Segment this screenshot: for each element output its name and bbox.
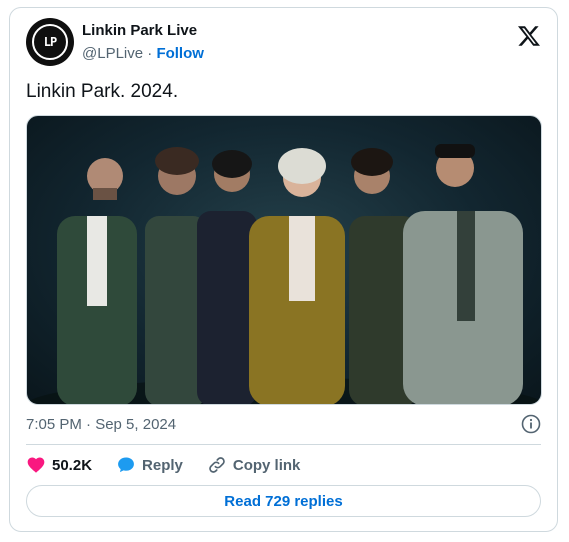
band-photo-illustration	[27, 144, 541, 404]
person-figure	[197, 150, 257, 404]
avatar-logo: LP	[43, 35, 57, 49]
divider	[26, 444, 541, 445]
reply-button[interactable]: Reply	[116, 455, 183, 475]
tweet-timestamp[interactable]: 7:05 PM · Sep 5, 2024	[26, 416, 176, 433]
follow-button[interactable]: Follow	[156, 45, 204, 62]
author-handle[interactable]: @LPLive	[82, 45, 143, 62]
avatar[interactable]: LP	[26, 18, 74, 66]
tweet-text: Linkin Park. 2024.	[26, 81, 179, 102]
speech-bubble-icon	[118, 457, 134, 473]
person-figure	[403, 144, 523, 404]
reply-label: Reply	[142, 456, 183, 474]
copy-link-button[interactable]: Copy link	[207, 455, 301, 475]
link-icon	[209, 457, 225, 473]
action-bar: 50.2K Reply Copy link	[26, 454, 324, 476]
handle-separator: ·	[143, 45, 157, 62]
author-handle-line: @LPLive · Follow	[82, 45, 204, 62]
avatar-ring: LP	[32, 24, 68, 60]
tweet-photo[interactable]	[26, 115, 542, 405]
heart-icon	[27, 457, 45, 473]
x-logo-icon[interactable]	[517, 24, 541, 48]
person-figure	[57, 158, 137, 404]
copy-link-label: Copy link	[232, 456, 301, 474]
tweet-card: LP Linkin Park Live @LPLive · Follow Lin…	[9, 7, 558, 532]
person-figure	[249, 148, 345, 404]
like-button[interactable]: 50.2K	[26, 455, 92, 475]
tweet-header: LP Linkin Park Live @LPLive · Follow	[26, 18, 541, 68]
like-count: 50.2K	[52, 456, 93, 474]
read-replies-button[interactable]: Read 729 replies	[26, 485, 541, 517]
author-name[interactable]: Linkin Park Live	[82, 22, 197, 39]
info-icon[interactable]	[521, 414, 541, 434]
